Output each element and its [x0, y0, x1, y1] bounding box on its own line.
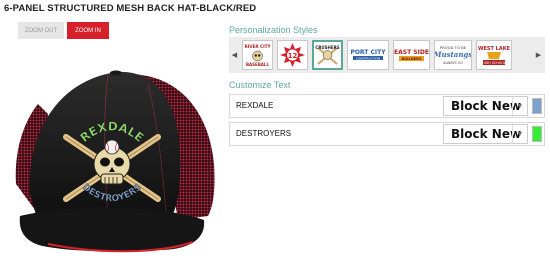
style-thumb-line: CONSTRUCTION [356, 56, 380, 60]
style-thumb[interactable]: PORT CITY CONSTRUCTION [347, 40, 389, 70]
style-thumb-line: EAST SIDE [394, 49, 429, 56]
chevron-down-icon: ▼ [512, 97, 527, 115]
text-line-input[interactable]: DESTROYERS [236, 129, 291, 138]
style-carousel: ◀ RIVER CITY BASEBALL 12 CRUSHERS PORT C… [229, 37, 545, 73]
style-thumb-line: RIVER CITY [244, 44, 271, 49]
product-image: REXDALE DESTROYERS [8, 44, 218, 255]
chevron-left-icon: ◀ [231, 52, 238, 59]
style-thumb-line: ALWAYS GO [443, 61, 463, 65]
style-thumb-line: CRUSHERS [315, 45, 339, 50]
font-select[interactable]: Block New ▼ [443, 124, 528, 144]
style-thumb[interactable]: EAST SIDE BUILDERS [393, 40, 430, 70]
style-thumb-line: 12 [288, 52, 298, 60]
hat-image: REXDALE DESTROYERS [15, 70, 215, 253]
font-select-value: Block New [451, 127, 522, 141]
text-row: DESTROYERS Block New ▼ [229, 122, 545, 146]
style-thumb[interactable]: PROUD TO BE Mustangs ALWAYS GO [434, 40, 472, 70]
style-thumb-line: WEST LAKE [478, 46, 511, 52]
style-thumb-line: Mustangs [435, 50, 471, 59]
style-thumb-line: BASEBALL [246, 62, 269, 67]
chevron-right-icon: ▶ [535, 52, 542, 59]
product-title: 6-PANEL STRUCTURED MESH BACK HAT-BLACK/R… [4, 3, 257, 14]
text-row: REXDALE Block New ▼ [229, 94, 545, 118]
carousel-next-button[interactable]: ▶ [535, 37, 542, 73]
zoom-out-button[interactable]: ZOOM OUT [18, 22, 64, 39]
style-thumb[interactable]: WEST LAKE HIGH SCHOOL [476, 40, 512, 70]
color-swatch[interactable] [532, 98, 542, 114]
color-swatch[interactable] [532, 126, 542, 142]
text-line-input[interactable]: REXDALE [236, 101, 273, 110]
font-select[interactable]: Block New ▼ [443, 96, 528, 116]
style-thumb[interactable]: RIVER CITY BASEBALL [242, 40, 273, 70]
font-select-value: Block New [451, 99, 522, 113]
style-thumb-line: PORT CITY [350, 49, 386, 56]
style-thumb[interactable]: 12 [277, 40, 308, 70]
chevron-down-icon: ▼ [512, 125, 527, 143]
customize-title: Customize Text [229, 80, 291, 90]
personalization-title: Personalization Styles [229, 25, 318, 35]
carousel-prev-button[interactable]: ◀ [231, 37, 238, 73]
style-thumb-line: HIGH SCHOOL [482, 61, 506, 65]
style-thumb[interactable]: CRUSHERS [312, 40, 343, 70]
style-thumb-line: BUILDERS [401, 57, 421, 61]
zoom-in-button[interactable]: ZOOM IN [67, 22, 109, 39]
